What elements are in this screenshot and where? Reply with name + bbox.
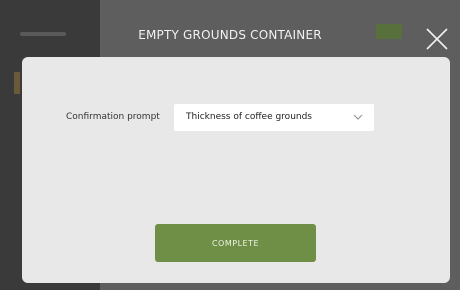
chevron-down-icon	[353, 114, 363, 120]
select-value: Thickness of coffee grounds	[186, 112, 312, 122]
confirmation-prompt-select[interactable]: Thickness of coffee grounds	[174, 104, 374, 131]
background-sidebar-marker	[14, 72, 20, 94]
confirmation-prompt-label: Confirmation prompt	[66, 112, 160, 122]
dialog-title: EMPTY GROUNDS CONTAINER	[138, 28, 322, 42]
close-button[interactable]	[424, 26, 450, 52]
close-icon	[426, 28, 448, 50]
dialog-panel: Confirmation prompt Thickness of coffee …	[22, 57, 450, 283]
complete-button[interactable]: COMPLETE	[155, 224, 316, 262]
